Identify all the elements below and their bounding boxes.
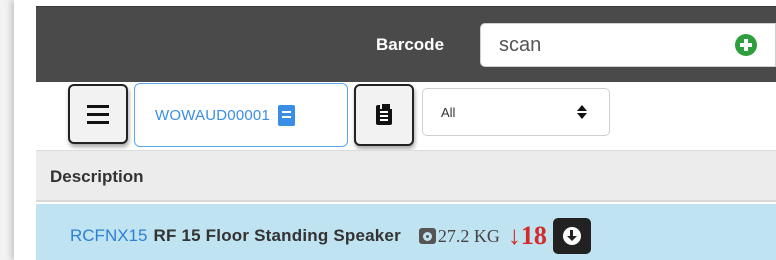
filter-selected-value: All (441, 104, 456, 120)
weight-icon (418, 228, 436, 244)
book-icon (278, 104, 296, 126)
plus-circle-icon (734, 34, 757, 56)
menu-button[interactable] (68, 84, 128, 144)
arrow-down-icon: ↓ (507, 221, 521, 250)
clipboard-icon (376, 102, 392, 125)
add-barcode-button[interactable] (716, 23, 776, 67)
table-row[interactable]: RCFNX15 RF 15 Floor Standing Speaker 27.… (36, 204, 776, 260)
select-caret-icon (577, 105, 587, 119)
hamburger-menu-icon (87, 104, 109, 108)
barcode-label: Barcode (376, 35, 445, 54)
barcode-input[interactable] (480, 23, 718, 67)
audit-code-label: WOWAUD00001 (155, 106, 271, 124)
column-header-description: Description (50, 167, 144, 186)
table-header: Description (36, 150, 776, 202)
item-weight: 27.2 KG (437, 225, 500, 246)
download-button[interactable] (552, 218, 591, 254)
row-content: RCFNX15 RF 15 Floor Standing Speaker 27.… (70, 218, 591, 254)
sku-link[interactable]: RCFNX15 (70, 226, 147, 246)
filter-select[interactable]: All (422, 88, 610, 136)
clipboard-button[interactable] (354, 84, 414, 146)
download-icon (562, 227, 581, 245)
item-quantity: 18 (520, 221, 547, 250)
item-description: RF 15 Floor Standing Speaker (153, 226, 401, 245)
audit-code-button[interactable]: WOWAUD00001 (134, 83, 348, 147)
header-bar: Barcode (36, 6, 776, 82)
